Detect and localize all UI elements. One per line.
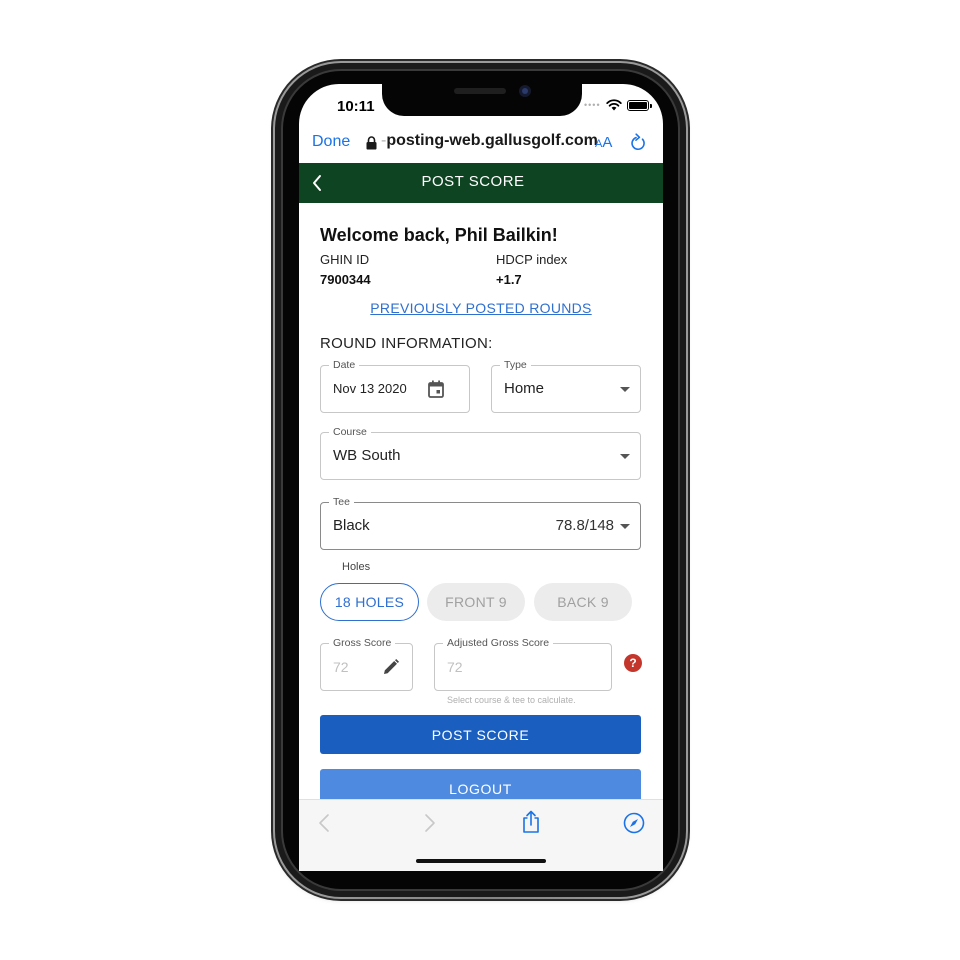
wifi-icon (605, 99, 622, 111)
camera-icon (519, 85, 531, 97)
gross-score-field[interactable]: Gross Score 72 (320, 636, 413, 691)
tee-rating: 78.8/148 (555, 517, 614, 534)
caret-down-icon (620, 524, 630, 529)
caret-down-icon (620, 387, 630, 392)
round-information-heading: ROUND INFORMATION: (320, 335, 493, 352)
hdcp-label: HDCP index (496, 252, 568, 267)
course-value: WB South (333, 447, 401, 464)
adjusted-gross-score-field[interactable]: Adjusted Gross Score 72 (434, 636, 612, 691)
previously-posted-rounds-link[interactable]: PREVIOUSLY POSTED ROUNDS (299, 300, 663, 316)
calculation-note: Select course & tee to calculate. (447, 695, 576, 705)
post-score-button[interactable]: POST SCORE (320, 715, 641, 754)
battery-icon (626, 99, 652, 111)
date-label: Date (329, 358, 360, 372)
holes-option-front-9[interactable]: FRONT 9 (427, 583, 525, 621)
type-select[interactable]: Type Home (491, 358, 641, 413)
status-icons: •••• (584, 99, 652, 111)
gross-score-placeholder: 72 (333, 659, 349, 675)
type-label: Type (500, 358, 531, 372)
course-select[interactable]: Course WB South (320, 425, 641, 480)
chevron-left-icon[interactable] (318, 813, 330, 833)
text-size-button[interactable]: AA (595, 134, 612, 151)
status-time: 10:11 (337, 98, 375, 115)
phone-notch (382, 78, 582, 116)
holes-option-18[interactable]: 18 HOLES (320, 583, 419, 621)
done-button[interactable]: Done (312, 133, 350, 151)
lock-icon (366, 136, 377, 150)
ghin-label: GHIN ID (320, 252, 370, 267)
adjusted-gross-score-label: Adjusted Gross Score (443, 636, 554, 650)
caret-down-icon (620, 454, 630, 459)
calendar-icon[interactable] (428, 380, 444, 398)
url-text: posting-web.gallusgolf.com (386, 132, 598, 149)
text-size-large-label: A (602, 134, 613, 151)
help-icon[interactable]: ? (624, 654, 642, 672)
tee-label: Tee (329, 495, 354, 509)
tee-select[interactable]: Tee Black 78.8/148 (320, 495, 641, 550)
adjusted-gross-score-placeholder: 72 (447, 659, 463, 675)
url-bar[interactable]: -posting-web.gallusgolf.com (381, 132, 598, 150)
tee-value: Black (333, 517, 370, 534)
home-indicator (416, 859, 546, 863)
share-icon[interactable] (521, 810, 541, 834)
hdcp-value: +1.7 (496, 272, 522, 287)
holes-label: Holes (342, 561, 371, 573)
date-field[interactable]: Date Nov 13 2020 (320, 358, 470, 413)
page-title: POST SCORE (421, 173, 525, 190)
ghin-value: 7900344 (320, 272, 371, 287)
reload-icon[interactable] (631, 133, 647, 151)
phone-shadow (300, 897, 660, 899)
compass-icon[interactable] (623, 812, 645, 834)
chevron-right-icon[interactable] (424, 813, 436, 833)
holes-option-back-9[interactable]: BACK 9 (534, 583, 632, 621)
course-label: Course (329, 425, 371, 439)
pencil-icon[interactable] (383, 659, 399, 675)
date-value: Nov 13 2020 (333, 381, 407, 396)
welcome-heading: Welcome back, Phil Bailkin! (320, 225, 558, 245)
signal-dots-icon: •••• (584, 100, 601, 110)
type-value: Home (504, 380, 545, 397)
gross-score-label: Gross Score (329, 636, 396, 650)
